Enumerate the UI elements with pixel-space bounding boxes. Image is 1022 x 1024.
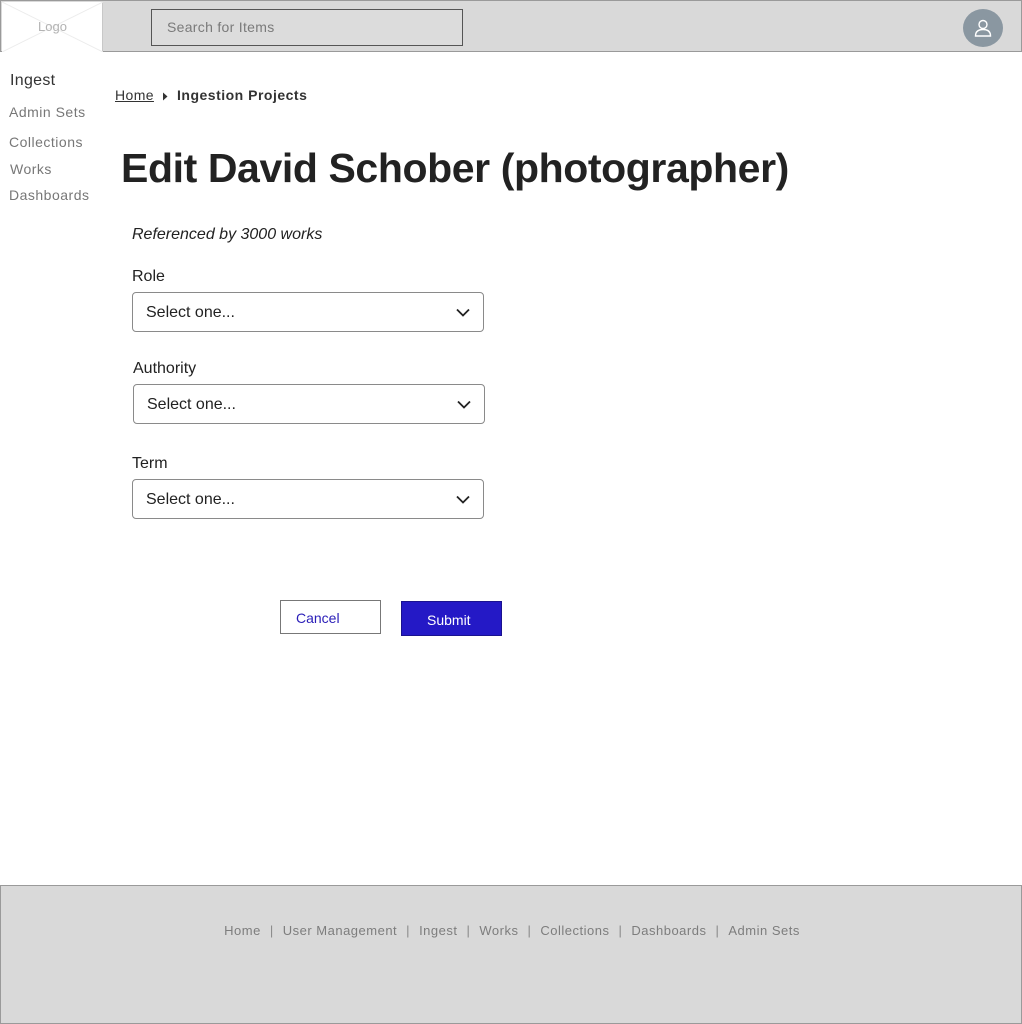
authority-label: Authority — [133, 360, 197, 377]
role-label: Role — [132, 268, 165, 285]
submit-button-label: Submit — [427, 612, 471, 628]
footer-separator: | — [406, 923, 411, 938]
footer: Home | User Management | Ingest | Works | Collec… — [0, 885, 1022, 1024]
footer-separator: | — [527, 923, 532, 938]
footer-link-user-management[interactable]: User Management — [283, 923, 397, 938]
reference-count: Referenced by 3000 works — [132, 226, 323, 243]
footer-separator: | — [466, 923, 471, 938]
logo[interactable]: Logo — [2, 2, 103, 52]
sidebar-item-admin-sets[interactable]: Admin Sets — [9, 104, 86, 120]
chevron-down-icon — [456, 308, 470, 317]
caret-right-icon — [163, 92, 168, 101]
footer-separator: | — [269, 923, 274, 938]
footer-separator: | — [715, 923, 720, 938]
sidebar-title: Ingest — [10, 72, 56, 89]
footer-link-collections[interactable]: Collections — [540, 923, 609, 938]
chevron-down-icon — [457, 400, 471, 409]
search-input[interactable]: Search for Items — [151, 9, 463, 46]
term-select-value: Select one... — [146, 491, 235, 508]
sidebar-item-collections[interactable]: Collections — [9, 134, 83, 150]
avatar[interactable] — [963, 9, 1003, 47]
sidebar-item-works[interactable]: Works — [10, 161, 52, 177]
footer-nav: Home | User Management | Ingest | Works | Collec… — [1, 923, 1022, 938]
logo-text: Logo — [38, 19, 67, 34]
sidebar-item-dashboards[interactable]: Dashboards — [9, 187, 90, 203]
role-select[interactable]: Select one... — [132, 292, 484, 332]
page-title: Edit David Schober (photographer) — [121, 145, 789, 191]
authority-select[interactable]: Select one... — [133, 384, 485, 424]
role-select-value: Select one... — [146, 304, 235, 321]
term-select[interactable]: Select one... — [132, 479, 484, 519]
breadcrumb-current: Ingestion Projects — [177, 87, 308, 103]
cancel-button-label: Cancel — [296, 610, 340, 626]
chevron-down-icon — [456, 495, 470, 504]
user-icon — [974, 19, 992, 37]
authority-select-value: Select one... — [147, 396, 236, 413]
breadcrumb-home-link[interactable]: Home — [115, 87, 154, 103]
cancel-button[interactable]: Cancel — [280, 600, 381, 634]
footer-link-home[interactable]: Home — [224, 923, 261, 938]
top-header: Logo Search for Items — [0, 0, 1022, 52]
term-label: Term — [132, 455, 168, 472]
footer-link-dashboards[interactable]: Dashboards — [631, 923, 706, 938]
footer-separator: | — [618, 923, 623, 938]
footer-link-admin-sets[interactable]: Admin Sets — [728, 923, 799, 938]
submit-button[interactable]: Submit — [401, 601, 502, 636]
footer-link-works[interactable]: Works — [479, 923, 518, 938]
footer-link-ingest[interactable]: Ingest — [419, 923, 457, 938]
